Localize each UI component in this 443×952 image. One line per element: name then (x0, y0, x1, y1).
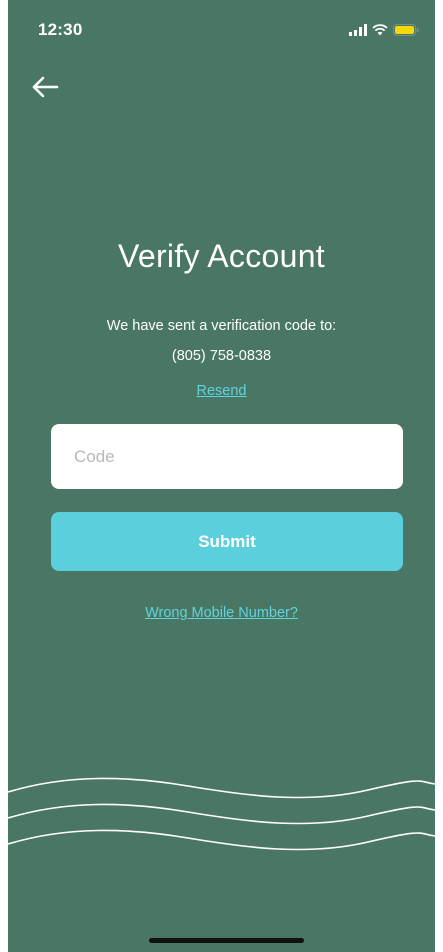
wrong-mobile-number-link[interactable]: Wrong Mobile Number? (145, 605, 298, 621)
back-arrow-icon[interactable] (30, 74, 60, 100)
verify-account-screen: 12:30 Verify Account We have sent a veri… (8, 0, 435, 952)
signal-icon (349, 24, 367, 36)
resend-link[interactable]: Resend (197, 383, 247, 399)
battery-icon (393, 24, 419, 36)
status-icons (349, 24, 419, 36)
wave-line-1 (8, 777, 435, 799)
verification-message: We have sent a verification code to: (106, 318, 337, 334)
resend-container: Resend (8, 382, 435, 400)
wave-line-3 (8, 829, 435, 851)
page-title: Verify Account (118, 238, 325, 274)
wave-decoration (8, 777, 435, 851)
home-indicator[interactable] (149, 938, 304, 943)
wrong-number-container: Wrong Mobile Number? (8, 604, 435, 622)
code-input[interactable] (51, 424, 403, 489)
status-bar: 12:30 (8, 0, 435, 64)
wave-line-2 (8, 803, 435, 825)
phone-number: (805) 758-0838 (171, 348, 272, 364)
status-time: 12:30 (38, 20, 83, 39)
submit-button[interactable]: Submit (51, 512, 403, 571)
wifi-icon (372, 24, 388, 36)
